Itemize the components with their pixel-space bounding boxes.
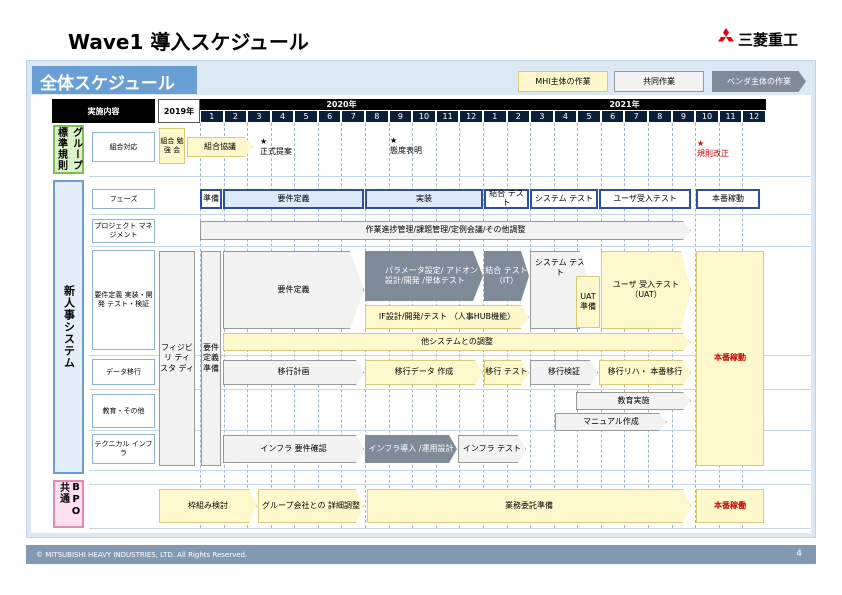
bar-bpo-go-live: 本番稼働 — [696, 489, 764, 523]
star-icon: ★ — [390, 136, 398, 145]
month-cell: 4 — [553, 110, 578, 123]
month-cell: 6 — [600, 110, 625, 123]
bar-if-design: IF設計/開発/テスト （人事HUB機能） — [365, 305, 529, 329]
bar-education: 教育実施 — [576, 392, 691, 410]
legend-vendor: ベンダ主体の作業 — [712, 71, 806, 92]
month-cell: 2 — [223, 110, 248, 123]
month-cell: 1 — [200, 110, 224, 123]
legend-joint: 共同作業 — [614, 71, 704, 92]
month-cell: 10 — [695, 110, 719, 123]
phase-system-test: システム テスト — [530, 189, 598, 209]
bar-union-talks: 組合協議 — [187, 137, 253, 157]
category-group-rules: グループ標準規則 — [53, 125, 84, 174]
month-cell: 7 — [341, 110, 366, 123]
bar-other-system-coordination: 他システムとの調整 — [223, 333, 691, 351]
month-cell: 5 — [577, 110, 601, 123]
bar-bpo-group-coordination: グループ会社との 詳細調整 — [258, 489, 364, 523]
row-label-dev: 要件定義 実装・開発 テスト・検証 — [92, 250, 155, 350]
month-cell: 9 — [671, 110, 696, 123]
company-logo: 三菱重工 — [716, 28, 816, 49]
month-cell: 6 — [317, 110, 342, 123]
bar-infra-test: インフラ テスト — [458, 435, 526, 463]
row-label-union: 組合対応 — [92, 132, 155, 162]
row-divider — [89, 484, 811, 485]
row-divider — [89, 214, 811, 215]
row-label-migration: データ移行 — [92, 359, 155, 385]
category-bpo: BPO共通 — [53, 480, 84, 528]
bar-migration-test: 移行 テスト — [484, 360, 529, 385]
month-cell: 5 — [294, 110, 318, 123]
bar-bpo-framework: 枠組み検討 — [159, 489, 257, 523]
copyright: © MITSUBISHI HEAVY INDUSTRIES, LTD. All … — [36, 550, 248, 559]
phase-integration-test: 結合 テスト — [484, 189, 529, 209]
star-icon: ★ — [260, 137, 268, 146]
bar-project-management: 作業進捗管理/課題管理/定例会議/その他調整 — [200, 221, 691, 240]
month-cell: 11 — [435, 110, 460, 123]
month-cell: 7 — [624, 110, 649, 123]
star-icon: ★ — [697, 139, 705, 148]
month-cell: 9 — [388, 110, 413, 123]
year-2021-header: 2021年 — [483, 99, 766, 110]
phase-implementation: 実装 — [365, 189, 483, 209]
bar-uat: ユーザ 受入テスト （UAT） — [601, 251, 691, 329]
milestone-intent: ★ 態度表明 — [390, 136, 422, 155]
bar-migration-data: 移行データ 作成 — [365, 360, 483, 385]
bar-union-study: 組合 勉強 会 — [159, 128, 185, 164]
milestone-revision: ★ 規則改正 — [697, 139, 729, 158]
page-title: Wave1 導入スケジュール — [68, 30, 309, 54]
phase-requirements: 要件定義 — [223, 189, 364, 209]
page-number: 4 — [796, 549, 802, 559]
year-2020-header: 2020年 — [200, 99, 483, 110]
month-cell: 12 — [742, 110, 766, 123]
bar-infra-intro: インフラ導入 /運用設計 — [365, 435, 457, 463]
row-divider — [89, 470, 811, 471]
month-cell: 1 — [482, 110, 507, 123]
phase-uat: ユーザ受入テスト — [599, 189, 691, 209]
bar-migration-rehearsal: 移行リハ・ 本番移行 — [599, 360, 691, 385]
row-divider — [89, 176, 811, 177]
bar-go-live-main: 本番稼動 — [696, 251, 764, 466]
row-divider — [89, 246, 811, 247]
brand-name: 三菱重工 — [738, 31, 799, 49]
bar-bpo-preparation: 業務委託準備 — [367, 489, 691, 523]
bar-migration-plan: 移行計画 — [223, 360, 364, 385]
section-title: 全体スケジュール — [32, 66, 197, 94]
mitsubishi-logo-icon — [718, 28, 734, 42]
bar-uat-prep: UAT 準備 — [576, 276, 600, 328]
month-cell: 12 — [459, 110, 483, 123]
milestone-proposal: ★ 正式提案 — [260, 137, 292, 156]
month-cell: 3 — [530, 110, 554, 123]
category-new-hr-system: 新人事システム — [53, 180, 84, 474]
bar-manual-creation: マニュアル作成 — [555, 413, 667, 431]
row-label-education: 教育・その他 — [92, 394, 155, 428]
month-cell: 11 — [718, 110, 743, 123]
bar-infra-requirements: インフラ 要件確認 — [223, 435, 364, 463]
row-label-phase: フェーズ — [92, 189, 155, 209]
year-2019-header: 2019年 — [158, 99, 200, 123]
bar-migration-verify: 移行検証 — [530, 360, 598, 385]
bar-integration-test: 結合 テスト （IT） — [484, 251, 529, 301]
row-divider — [89, 528, 811, 529]
bar-requirements-prep: 要件 定義 準備 — [201, 251, 221, 466]
month-cell: 8 — [365, 110, 389, 123]
legend-mhi: MHI主体の作業 — [518, 71, 608, 92]
footer-bar: © MITSUBISHI HEAVY INDUSTRIES, LTD. All … — [26, 545, 816, 564]
content-header: 実施内容 — [52, 99, 155, 123]
phase-go-live: 本番稼動 — [696, 189, 760, 209]
phase-prep: 準備 — [200, 189, 222, 209]
month-cell: 2 — [506, 110, 531, 123]
month-cell: 10 — [412, 110, 436, 123]
bar-parameter-dev: パラメータ設定/ アドオン設計/開発 /単体テスト — [365, 251, 483, 301]
month-cell: 4 — [270, 110, 295, 123]
bar-feasibility-study: フィジビリ ティスタ ディ — [159, 251, 195, 466]
row-label-pm: プロジェクト マネジメント — [92, 219, 155, 243]
row-label-infra: テクニカル インフラ — [92, 434, 155, 464]
month-cell: 8 — [648, 110, 672, 123]
bar-requirements-definition: 要件定義 — [223, 251, 364, 329]
month-cell: 3 — [247, 110, 271, 123]
